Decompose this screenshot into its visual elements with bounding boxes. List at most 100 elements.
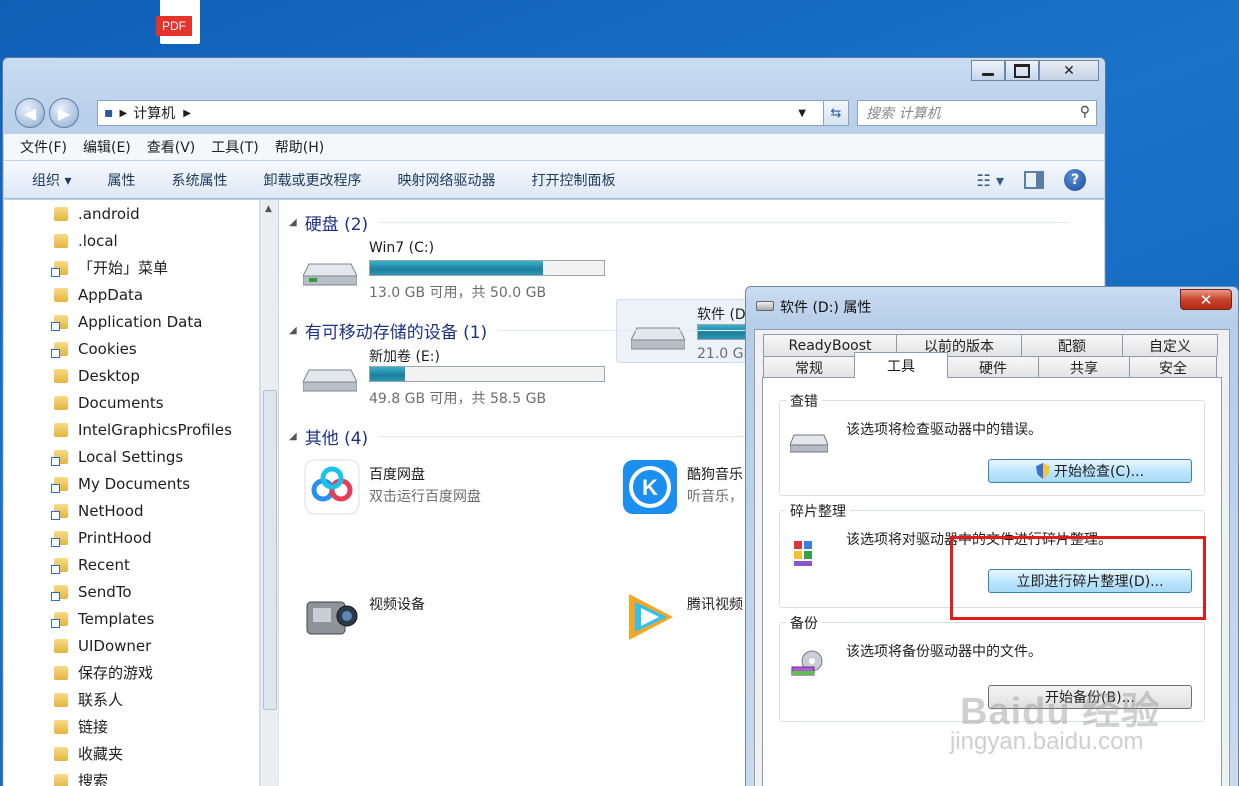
highlight-annotation: [950, 536, 1206, 620]
folder-icon: [54, 233, 68, 248]
app-name: 视频设备: [369, 597, 425, 613]
app-name: 百度网盘: [369, 467, 425, 483]
tab-hardware[interactable]: 硬件: [947, 356, 1039, 378]
check-now-button[interactable]: 开始检查(C)...: [988, 459, 1192, 483]
tab-tools[interactable]: 工具: [854, 352, 948, 378]
nav-item[interactable]: PrintHood: [4, 524, 259, 551]
tab-security[interactable]: 安全: [1129, 356, 1217, 378]
camcorder-icon: [306, 601, 358, 635]
nav-item[interactable]: .android: [4, 200, 259, 227]
nav-item[interactable]: 收藏夹: [4, 740, 259, 767]
minimize-button[interactable]: [971, 60, 1005, 81]
help-icon[interactable]: ?: [1064, 169, 1086, 191]
menu-edit[interactable]: 编辑(E): [83, 137, 131, 157]
nav-item[interactable]: 搜索: [4, 767, 259, 786]
nav-item[interactable]: IntelGraphicsProfiles: [4, 416, 259, 443]
search-icon[interactable]: ⚲: [1080, 104, 1090, 120]
nav-item[interactable]: Templates: [4, 605, 259, 632]
desktop-pdf-icon[interactable]: PDF: [156, 0, 202, 44]
drive-c[interactable]: Win7 (C:) 13.0 GB 可用，共 50.0 GB: [289, 236, 609, 301]
watermark-logo: Baidu 经验: [960, 691, 1161, 733]
organize-button[interactable]: 组织 ▾: [32, 170, 71, 190]
close-icon[interactable]: ✕: [1180, 289, 1232, 310]
nav-item[interactable]: SendTo: [4, 578, 259, 605]
collapse-icon[interactable]: ◢: [289, 325, 297, 336]
folder-icon: [54, 287, 68, 302]
maximize-button[interactable]: [1005, 60, 1039, 81]
nav-scrollbar[interactable]: ▲: [260, 200, 278, 786]
nav-item-label: 联系人: [78, 691, 124, 709]
address-dropdown-icon[interactable]: ▼: [798, 108, 806, 119]
nav-item[interactable]: Cookies: [4, 335, 259, 362]
forward-arrow-icon[interactable]: ▶: [49, 98, 79, 128]
search-input[interactable]: 搜索 计算机 ⚲: [857, 100, 1097, 126]
folder-icon: [54, 665, 68, 680]
folder-shortcut-icon: [51, 530, 68, 547]
drive-e[interactable]: 新加卷 (E:) 49.8 GB 可用，共 58.5 GB: [289, 342, 609, 407]
nav-item-label: Desktop: [78, 366, 140, 385]
folder-shortcut-icon: [51, 314, 68, 331]
backup-icon: [791, 650, 823, 676]
menu-view[interactable]: 查看(V): [147, 137, 196, 157]
collapse-icon[interactable]: ◢: [289, 431, 297, 442]
nav-item-label: 保存的游戏: [78, 664, 154, 682]
back-arrow-icon[interactable]: ◀: [15, 98, 45, 128]
breadcrumb-computer[interactable]: 计算机: [133, 103, 175, 123]
breadcrumb-chevron-icon[interactable]: ▶: [183, 108, 191, 119]
close-button[interactable]: ✕: [1039, 60, 1099, 81]
folder-shortcut-icon: [51, 476, 68, 493]
nav-item[interactable]: 保存的游戏: [4, 659, 259, 686]
nav-item[interactable]: Local Settings: [4, 443, 259, 470]
section-text: 该选项将检查驱动器中的错误。: [846, 422, 1042, 438]
nav-item[interactable]: Desktop: [4, 362, 259, 389]
nav-item-label: AppData: [78, 285, 144, 304]
menu-help[interactable]: 帮助(H): [275, 137, 324, 157]
nav-item[interactable]: UIDowner: [4, 632, 259, 659]
nav-item-label: UIDowner: [78, 636, 152, 655]
nav-item[interactable]: NetHood: [4, 497, 259, 524]
system-properties-button[interactable]: 系统属性: [171, 170, 227, 190]
defrag-icon: [794, 541, 812, 566]
pdf-label: PDF: [156, 16, 192, 36]
collapse-icon[interactable]: ◢: [289, 217, 297, 228]
open-control-panel-button[interactable]: 打开控制面板: [531, 170, 615, 190]
preview-pane-icon[interactable]: [1024, 171, 1044, 189]
address-bar[interactable]: ▪ ▶ 计算机 ▶ ▼: [97, 100, 839, 126]
app-baidu-netdisk[interactable]: 百度网盘 双击运行百度网盘: [289, 454, 599, 518]
tab-general[interactable]: 常规: [763, 356, 855, 378]
properties-button[interactable]: 属性: [107, 170, 135, 190]
tab-row-top: ReadyBoost 以前的版本 配额 自定义: [763, 334, 1218, 356]
nav-item[interactable]: 「开始」菜单: [4, 254, 259, 281]
nav-item[interactable]: .local: [4, 227, 259, 254]
view-options-icon[interactable]: ☷ ▾: [977, 171, 1004, 190]
folder-shortcut-icon: [51, 341, 68, 358]
tab-customize[interactable]: 自定义: [1122, 334, 1218, 356]
app-name: 酷狗音乐: [687, 467, 743, 483]
scroll-thumb[interactable]: [263, 390, 277, 710]
toolbar-right: ☷ ▾ ?: [977, 169, 1086, 191]
nav-item-label: IntelGraphicsProfiles: [78, 420, 232, 439]
uac-shield-icon: [1035, 463, 1050, 479]
refresh-icon[interactable]: ⇆: [823, 100, 849, 126]
menu-file[interactable]: 文件(F): [20, 137, 67, 157]
folder-icon: [54, 395, 68, 410]
menu-tools[interactable]: 工具(T): [211, 137, 258, 157]
app-desc: 双击运行百度网盘: [369, 489, 481, 505]
nav-item[interactable]: 链接: [4, 713, 259, 740]
group-header-hdd[interactable]: ◢ 硬盘 (2): [289, 210, 1071, 235]
map-network-drive-button[interactable]: 映射网络驱动器: [397, 170, 495, 190]
nav-item[interactable]: My Documents: [4, 470, 259, 497]
scroll-up-icon[interactable]: ▲: [265, 204, 272, 214]
uninstall-program-button[interactable]: 卸载或更改程序: [263, 170, 361, 190]
tab-sharing[interactable]: 共享: [1038, 356, 1130, 378]
nav-item[interactable]: Documents: [4, 389, 259, 416]
tab-quota[interactable]: 配额: [1021, 334, 1123, 356]
nav-item[interactable]: AppData: [4, 281, 259, 308]
nav-item-label: 「开始」菜单: [78, 259, 169, 277]
app-video-device[interactable]: 视频设备: [289, 584, 599, 648]
nav-item[interactable]: 联系人: [4, 686, 259, 713]
nav-item[interactable]: Application Data: [4, 308, 259, 335]
nav-item[interactable]: Recent: [4, 551, 259, 578]
app-desc: 听音乐，: [687, 489, 743, 505]
drive-icon: [756, 301, 774, 311]
